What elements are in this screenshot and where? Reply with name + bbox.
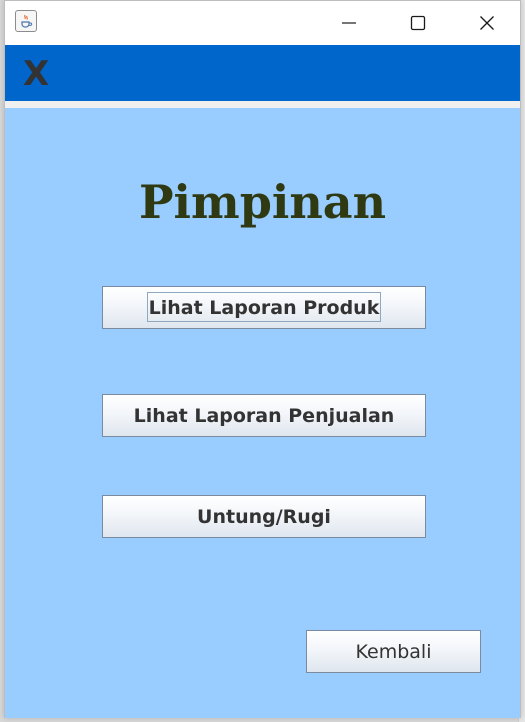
main-panel: Pimpinan Lihat Laporan Produk Lihat Lapo…	[5, 108, 520, 718]
untung-rugi-label: Untung/Rugi	[197, 505, 331, 528]
header-band: X	[5, 45, 520, 101]
app-window: X Pimpinan Lihat Laporan Produk Lihat La…	[4, 0, 521, 718]
maximize-button[interactable]	[395, 1, 441, 45]
untung-rugi-button[interactable]: Untung/Rugi	[102, 495, 426, 538]
kembali-button[interactable]: Kembali	[306, 630, 481, 673]
minimize-icon	[342, 22, 356, 24]
lihat-laporan-produk-button[interactable]: Lihat Laporan Produk	[102, 286, 426, 329]
page-title: Pimpinan	[138, 175, 387, 229]
kembali-label: Kembali	[355, 640, 432, 663]
minimize-button[interactable]	[326, 1, 372, 45]
title-bar[interactable]	[5, 1, 520, 45]
lihat-laporan-penjualan-button[interactable]: Lihat Laporan Penjualan	[102, 394, 426, 437]
exit-label[interactable]: X	[23, 57, 49, 91]
maximize-icon	[410, 15, 426, 31]
lihat-laporan-penjualan-label: Lihat Laporan Penjualan	[133, 404, 395, 427]
java-coffee-icon	[15, 10, 37, 32]
close-icon	[480, 16, 494, 30]
lihat-laporan-produk-label: Lihat Laporan Produk	[148, 296, 380, 319]
close-window-button[interactable]	[464, 1, 510, 45]
